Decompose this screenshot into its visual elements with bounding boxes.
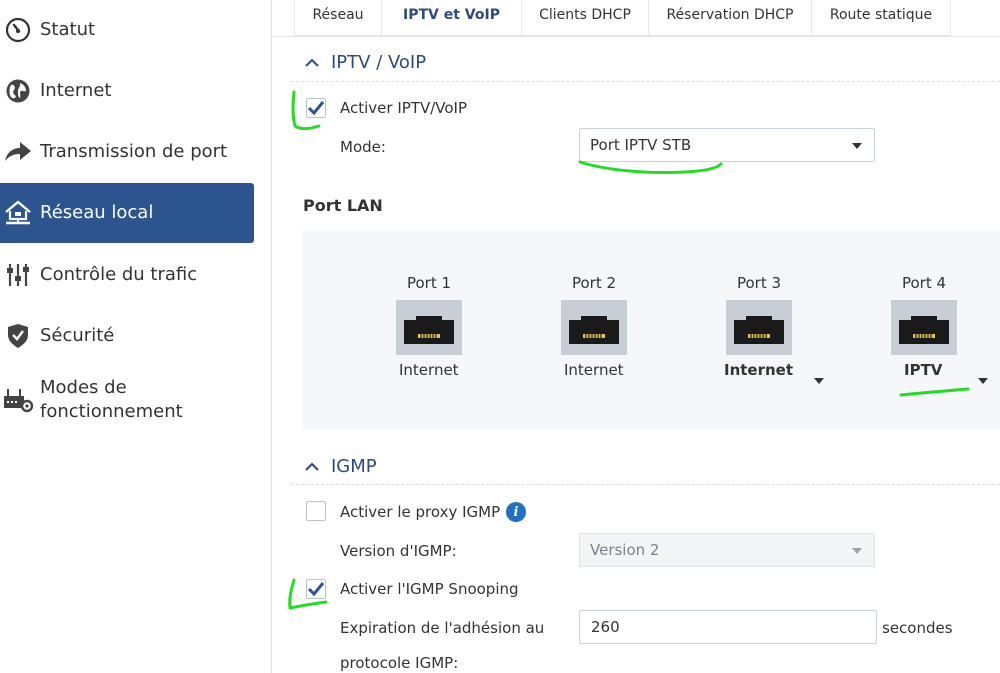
chevron-down-icon — [852, 548, 862, 554]
port-name: Port 4 — [901, 274, 947, 292]
port-2: Port 2 Internet — [544, 274, 644, 379]
port-3-assignment-dropdown[interactable]: Internet — [724, 361, 793, 379]
sidebar-item-label: Contrôle du trafic — [40, 264, 198, 285]
port-4-assignment-dropdown[interactable]: IPTV — [904, 361, 942, 379]
igmp-proxy-checkbox[interactable] — [306, 501, 326, 521]
expiration-input[interactable]: 260 — [579, 610, 877, 644]
tab-reseau[interactable]: Réseau — [294, 0, 382, 36]
chevron-down-icon[interactable] — [978, 378, 988, 384]
sidebar-item-security[interactable]: Sécurité — [0, 306, 254, 366]
port-lan-title: Port LAN — [303, 196, 383, 215]
sidebar-item-local-network[interactable]: Réseau local — [0, 183, 254, 243]
sidebar-item-operation-modes[interactable]: Modes de fonctionnement — [0, 376, 254, 436]
tab-divider — [272, 36, 1000, 37]
section-header-iptv[interactable]: IPTV / VoIP — [305, 52, 426, 73]
igmp-snooping-checkbox[interactable] — [306, 579, 326, 599]
sidebar-item-label: Transmission de port — [40, 141, 228, 162]
chevron-down-icon[interactable] — [814, 378, 824, 384]
sidebar-item-label: Réseau local — [40, 202, 154, 223]
section-title: IPTV / VoIP — [331, 52, 427, 73]
ethernet-port-icon — [396, 300, 462, 355]
igmp-proxy-label: Activer le proxy IGMP — [340, 503, 501, 521]
section-header-igmp[interactable]: IGMP — [305, 456, 377, 477]
section-divider — [291, 81, 1000, 82]
sidebar-item-label: Modes de — [40, 377, 127, 398]
port-name: Port 1 — [406, 274, 452, 292]
globe-icon — [2, 77, 34, 105]
arrow-forward-icon — [2, 138, 34, 166]
enable-iptv-label: Activer IPTV/VoIP — [340, 99, 468, 117]
mode-label: Mode: — [340, 138, 386, 156]
sidebar: Statut Internet Transmission de port Rés… — [0, 0, 272, 673]
port-assignment: Internet — [399, 361, 459, 379]
mode-select-value: Port IPTV STB — [590, 136, 692, 154]
router-gear-icon — [2, 386, 34, 414]
chevron-down-icon — [852, 143, 862, 149]
tab-bar: Réseau IPTV et VoIP Clients DHCP Réserva… — [294, 0, 951, 36]
port-assignment: Internet — [564, 361, 624, 379]
enable-iptv-checkbox[interactable] — [306, 98, 326, 118]
gauge-icon — [2, 16, 34, 44]
sidebar-item-internet[interactable]: Internet — [0, 61, 254, 121]
port-4: Port 4 IPTV — [874, 274, 988, 384]
sidebar-item-statut[interactable]: Statut — [0, 0, 254, 60]
sliders-icon — [2, 261, 34, 289]
sidebar-item-port-forwarding[interactable]: Transmission de port — [0, 122, 254, 182]
tab-reservation-dhcp[interactable]: Réservation DHCP — [648, 0, 812, 36]
port-3: Port 3 Internet — [709, 274, 824, 384]
check-icon — [307, 101, 325, 116]
tab-clients-dhcp[interactable]: Clients DHCP — [521, 0, 649, 36]
check-icon — [307, 582, 325, 597]
igmp-version-value: Version 2 — [590, 541, 660, 559]
shield-icon — [2, 322, 34, 350]
igmp-version-select: Version 2 — [579, 533, 875, 567]
home-network-icon — [2, 199, 34, 227]
port-name: Port 3 — [736, 274, 782, 292]
info-icon[interactable]: i — [506, 502, 526, 522]
igmp-snooping-label: Activer l'IGMP Snooping — [340, 580, 519, 598]
chevron-up-icon — [305, 53, 319, 72]
ethernet-port-icon — [561, 300, 627, 355]
port-name: Port 2 — [571, 274, 617, 292]
tab-route-statique[interactable]: Route statique — [811, 0, 951, 36]
igmp-version-label: Version d'IGMP: — [340, 542, 457, 560]
ethernet-port-icon — [726, 300, 792, 355]
section-title: IGMP — [331, 456, 377, 477]
sidebar-item-label: fonctionnement — [40, 401, 183, 422]
section-divider — [291, 484, 1000, 485]
sidebar-item-label: Statut — [40, 19, 96, 40]
chevron-up-icon — [305, 457, 319, 476]
tab-iptv-voip[interactable]: IPTV et VoIP — [381, 0, 522, 36]
ethernet-port-icon — [891, 300, 957, 355]
expiration-label: Expiration de l'adhésion au — [340, 619, 545, 637]
expiration-label-2: protocole IGMP: — [340, 654, 459, 672]
sidebar-item-label: Sécurité — [40, 325, 115, 346]
sidebar-item-traffic-control[interactable]: Contrôle du trafic — [0, 245, 254, 305]
port-1: Port 1 Internet — [379, 274, 479, 379]
sidebar-item-label: Internet — [40, 80, 112, 101]
expiration-unit: secondes — [882, 619, 953, 637]
mode-select[interactable]: Port IPTV STB — [579, 128, 875, 162]
